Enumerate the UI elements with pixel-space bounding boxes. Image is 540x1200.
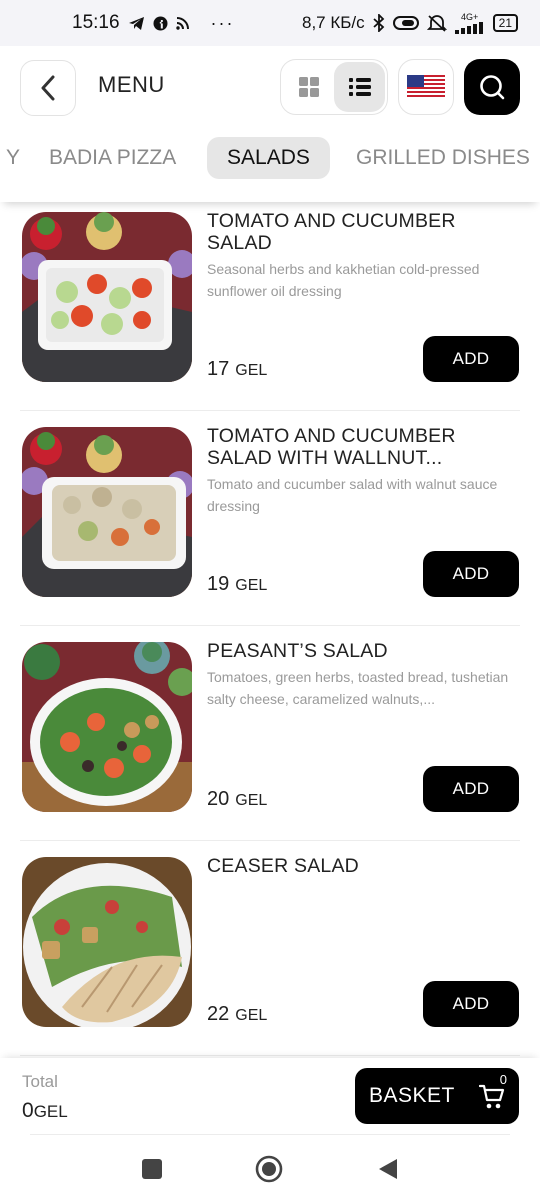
network-speed: 8,7 КБ/с (302, 13, 365, 32)
price-value: 19 (207, 573, 230, 595)
signal-group: 4G+ (454, 11, 485, 34)
square-icon (142, 1159, 162, 1179)
back-button[interactable] (20, 60, 76, 116)
footer-divider (30, 1134, 510, 1135)
price-currency: GEL (235, 362, 268, 379)
battery-indicator: 21 (492, 14, 518, 32)
product-card[interactable]: CEASER SALAD 22 GEL ADD (20, 841, 520, 1056)
network-type: 4G+ (461, 11, 479, 22)
chevron-left-icon (41, 75, 55, 101)
system-nav-bar (0, 1138, 540, 1200)
product-image (22, 427, 192, 597)
status-bar: 15:16 ··· 8,7 КБ/с 4G+ 21 (0, 0, 540, 46)
circle-home-icon (255, 1155, 283, 1183)
product-card[interactable]: PEASANT’S SALAD Tomatoes, green herbs, t… (20, 626, 520, 841)
cart-footer: Total 0 GEL BASKET 0 (0, 1058, 540, 1138)
price-value: 17 (207, 358, 230, 380)
tab-badia-pizza[interactable]: BADIA PIZZA (29, 137, 196, 179)
product-image (22, 212, 192, 382)
price-currency: GEL (235, 577, 268, 594)
basket-label: BASKET (369, 1084, 455, 1107)
basket-button[interactable]: BASKET 0 (355, 1068, 519, 1124)
product-card[interactable]: TOMATO AND CUCUMBER SALAD WITH WALLNUT..… (20, 411, 520, 626)
list-view-icon (348, 78, 371, 96)
us-flag-icon (407, 75, 445, 99)
language-button[interactable] (398, 59, 454, 115)
view-mode-toggle (280, 59, 388, 115)
add-button[interactable]: ADD (423, 981, 519, 1027)
app-header: MENU (0, 46, 540, 126)
total-value: 0 (22, 1099, 34, 1122)
status-overflow-dots: ··· (210, 12, 235, 33)
telegram-icon (128, 16, 144, 30)
total-amount: 0 GEL (22, 1099, 68, 1123)
add-button[interactable]: ADD (423, 766, 519, 812)
product-description: Tomatoes, green herbs, toasted bread, tu… (207, 669, 509, 707)
product-image (22, 857, 192, 1027)
system-back-button[interactable] (373, 1154, 403, 1184)
price-value: 22 (207, 1003, 230, 1025)
search-icon (480, 75, 505, 100)
product-name: PEASANT’S SALAD (207, 640, 388, 662)
price-currency: GEL (235, 1007, 268, 1024)
tab-grilled-dishes[interactable]: GRILLED DISHES (336, 137, 540, 179)
rss-icon (175, 16, 189, 30)
notification-icons (128, 16, 189, 31)
data-saver-icon (392, 16, 419, 30)
product-description: Seasonal herbs and kakhetian cold-presse… (207, 261, 480, 299)
product-name: TOMATO AND CUCUMBER SALAD (207, 210, 456, 254)
grid-view-icon (298, 77, 319, 97)
add-button[interactable]: ADD (423, 336, 519, 382)
search-button[interactable] (464, 59, 520, 115)
product-image (22, 642, 192, 812)
signal-icon (454, 21, 483, 34)
status-right-group: 8,7 КБ/с 4G+ 21 (302, 11, 518, 34)
mute-icon (426, 15, 447, 32)
product-card[interactable]: TOMATO AND CUCUMBER SALAD Seasonal herbs… (20, 202, 520, 411)
product-price: 17 GEL (207, 358, 267, 381)
product-name: TOMATO AND CUCUMBER SALAD WITH WALLNUT..… (207, 425, 456, 469)
product-name: CEASER SALAD (207, 855, 359, 877)
product-price: 19 GEL (207, 573, 267, 596)
category-tabs: Y BADIA PIZZA SALADS GRILLED DISHES (0, 126, 540, 202)
page-title: MENU (98, 72, 165, 97)
grid-view-button[interactable] (283, 62, 334, 112)
home-button[interactable] (254, 1154, 284, 1184)
recents-button[interactable] (137, 1154, 167, 1184)
product-price: 20 GEL (207, 788, 267, 811)
facebook-icon (153, 16, 168, 30)
bluetooth-icon (373, 14, 384, 32)
product-price: 22 GEL (207, 1003, 267, 1026)
price-value: 20 (207, 788, 230, 810)
total-currency: GEL (33, 1102, 68, 1121)
price-currency: GEL (235, 792, 268, 809)
triangle-back-icon (379, 1159, 397, 1179)
product-description: Tomato and cucumber salad with walnut sa… (207, 476, 498, 514)
list-view-button[interactable] (334, 62, 385, 112)
tab-salads[interactable]: SALADS (207, 137, 330, 179)
status-time: 15:16 (72, 12, 120, 33)
total-label: Total (22, 1072, 58, 1091)
product-list: TOMATO AND CUCUMBER SALAD Seasonal herbs… (0, 202, 540, 1058)
add-button[interactable]: ADD (423, 551, 519, 597)
cart-icon (479, 1084, 505, 1109)
